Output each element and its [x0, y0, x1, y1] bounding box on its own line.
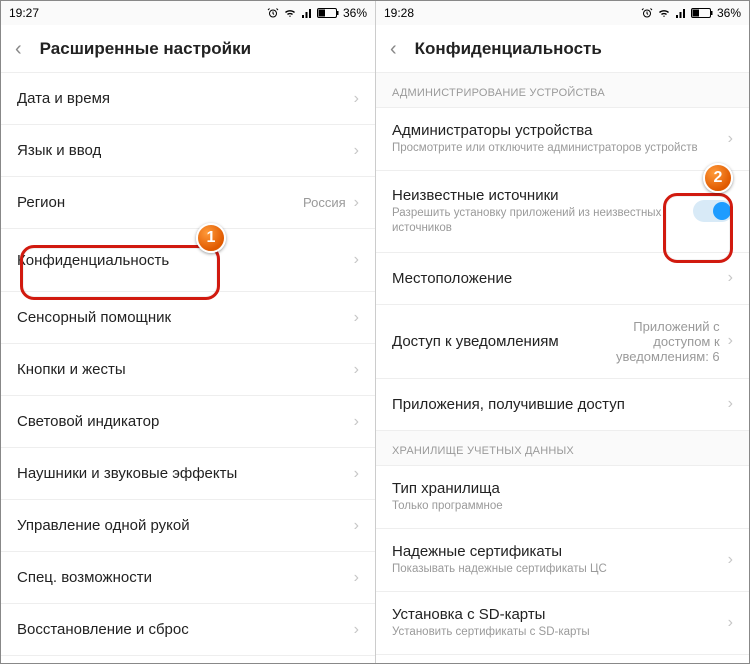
alarm-icon: [267, 7, 279, 19]
row-sublabel: Разрешить установку приложений из неизве…: [392, 206, 693, 236]
status-battery: 36%: [717, 6, 741, 20]
page-title: Конфиденциальность: [415, 39, 602, 59]
row-led-indicator[interactable]: Световой индикатор ›: [1, 396, 375, 448]
row-label: Спец. возможности: [17, 569, 354, 586]
screen-privacy: 19:28 36% ‹ Конфиденциальность: [375, 1, 749, 663]
row-label: Наушники и звуковые эффекты: [17, 465, 354, 482]
row-region[interactable]: Регион Россия ›: [1, 177, 375, 229]
chevron-right-icon: ›: [354, 621, 359, 639]
status-right: 36%: [267, 6, 367, 20]
row-notification-access[interactable]: Доступ к уведомлениям Приложений с досту…: [376, 305, 749, 379]
row-date-time[interactable]: Дата и время ›: [1, 73, 375, 125]
chevron-right-icon: ›: [728, 130, 733, 148]
row-trusted-certs[interactable]: Надежные сертификаты Показывать надежные…: [376, 529, 749, 592]
header: ‹ Конфиденциальность: [376, 25, 749, 73]
status-bar: 19:27 36%: [1, 1, 375, 25]
row-privacy[interactable]: Конфиденциальность ›: [1, 229, 375, 292]
row-backup-reset[interactable]: Восстановление и сброс ›: [1, 604, 375, 656]
signal-icon: [301, 7, 313, 19]
chevron-right-icon: ›: [728, 551, 733, 569]
chevron-right-icon: ›: [728, 395, 733, 413]
chevron-right-icon: ›: [728, 332, 733, 350]
row-label: Приложения, получившие доступ: [392, 396, 728, 413]
row-language-input[interactable]: Язык и ввод ›: [1, 125, 375, 177]
status-right: 36%: [641, 6, 741, 20]
row-location[interactable]: Местоположение ›: [376, 253, 749, 305]
back-icon[interactable]: ‹: [390, 39, 397, 59]
unknown-sources-toggle[interactable]: [693, 200, 733, 222]
row-headphones-audio[interactable]: Наушники и звуковые эффекты ›: [1, 448, 375, 500]
privacy-list: АДМИНИСТРИРОВАНИЕ УСТРОЙСТВА Администрат…: [376, 73, 749, 655]
row-install-from-sd[interactable]: Установка с SD-карты Установить сертифик…: [376, 592, 749, 655]
row-sublabel: Установить сертификаты с SD-карты: [392, 625, 728, 640]
row-label: Язык и ввод: [17, 142, 354, 159]
row-label: Управление одной рукой: [17, 517, 354, 534]
chevron-right-icon: ›: [354, 361, 359, 379]
chevron-right-icon: ›: [354, 251, 359, 269]
header: ‹ Расширенные настройки: [1, 25, 375, 73]
chevron-right-icon: ›: [354, 309, 359, 327]
row-one-hand[interactable]: Управление одной рукой ›: [1, 500, 375, 552]
chevron-right-icon: ›: [354, 569, 359, 587]
section-device-admin: АДМИНИСТРИРОВАНИЕ УСТРОЙСТВА: [376, 73, 749, 108]
section-credential-storage: ХРАНИЛИЩЕ УЧЕТНЫХ ДАННЫХ: [376, 431, 749, 466]
row-label: Дата и время: [17, 90, 354, 107]
chevron-right-icon: ›: [728, 614, 733, 632]
row-sublabel: Показывать надежные сертификаты ЦС: [392, 562, 728, 577]
wifi-icon: [283, 7, 297, 19]
row-label: Администраторы устройства: [392, 122, 728, 139]
row-label: Надежные сертификаты: [392, 543, 728, 560]
chevron-right-icon: ›: [354, 465, 359, 483]
screen-advanced-settings: 19:27 36% ‹ Расширенные настройки: [1, 1, 375, 663]
row-label: Тип хранилища: [392, 480, 733, 497]
row-label: Конфиденциальность: [17, 252, 354, 269]
row-label: Сенсорный помощник: [17, 309, 354, 326]
chevron-right-icon: ›: [354, 142, 359, 160]
status-time: 19:28: [384, 6, 414, 20]
chevron-right-icon: ›: [354, 194, 359, 212]
row-accessibility[interactable]: Спец. возможности ›: [1, 552, 375, 604]
status-time: 19:27: [9, 6, 39, 20]
page-title: Расширенные настройки: [40, 39, 251, 59]
row-label: Установка с SD-карты: [392, 606, 728, 623]
row-device-admins[interactable]: Администраторы устройства Просмотрите ил…: [376, 108, 749, 171]
battery-icon: [317, 7, 339, 19]
chevron-right-icon: ›: [354, 413, 359, 431]
row-buttons-gestures[interactable]: Кнопки и жесты ›: [1, 344, 375, 396]
row-label: Местоположение: [392, 270, 728, 287]
status-bar: 19:28 36%: [376, 1, 749, 25]
row-unknown-sources[interactable]: Неизвестные источники Разрешить установк…: [376, 171, 749, 253]
row-value: Приложений с доступом к уведомлениям: 6: [580, 319, 720, 364]
alarm-icon: [641, 7, 653, 19]
status-battery: 36%: [343, 6, 367, 20]
row-label: Световой индикатор: [17, 413, 354, 430]
wifi-icon: [657, 7, 671, 19]
battery-icon: [691, 7, 713, 19]
row-touch-assistant[interactable]: Сенсорный помощник ›: [1, 292, 375, 344]
chevron-right-icon: ›: [354, 90, 359, 108]
row-storage-type[interactable]: Тип хранилища Только программное: [376, 466, 749, 529]
row-label: Доступ к уведомлениям: [392, 333, 580, 350]
row-value: Россия: [303, 195, 346, 210]
row-sublabel: Только программное: [392, 499, 733, 514]
chevron-right-icon: ›: [354, 517, 359, 535]
signal-icon: [675, 7, 687, 19]
row-label: Кнопки и жесты: [17, 361, 354, 378]
row-apps-with-access[interactable]: Приложения, получившие доступ ›: [376, 379, 749, 431]
row-label: Регион: [17, 194, 303, 211]
back-icon[interactable]: ‹: [15, 39, 22, 59]
settings-list: Дата и время › Язык и ввод › Регион Росс…: [1, 73, 375, 656]
row-sublabel: Просмотрите или отключите администраторо…: [392, 141, 728, 156]
row-label: Восстановление и сброс: [17, 621, 354, 638]
row-label: Неизвестные источники: [392, 187, 693, 204]
chevron-right-icon: ›: [728, 269, 733, 287]
